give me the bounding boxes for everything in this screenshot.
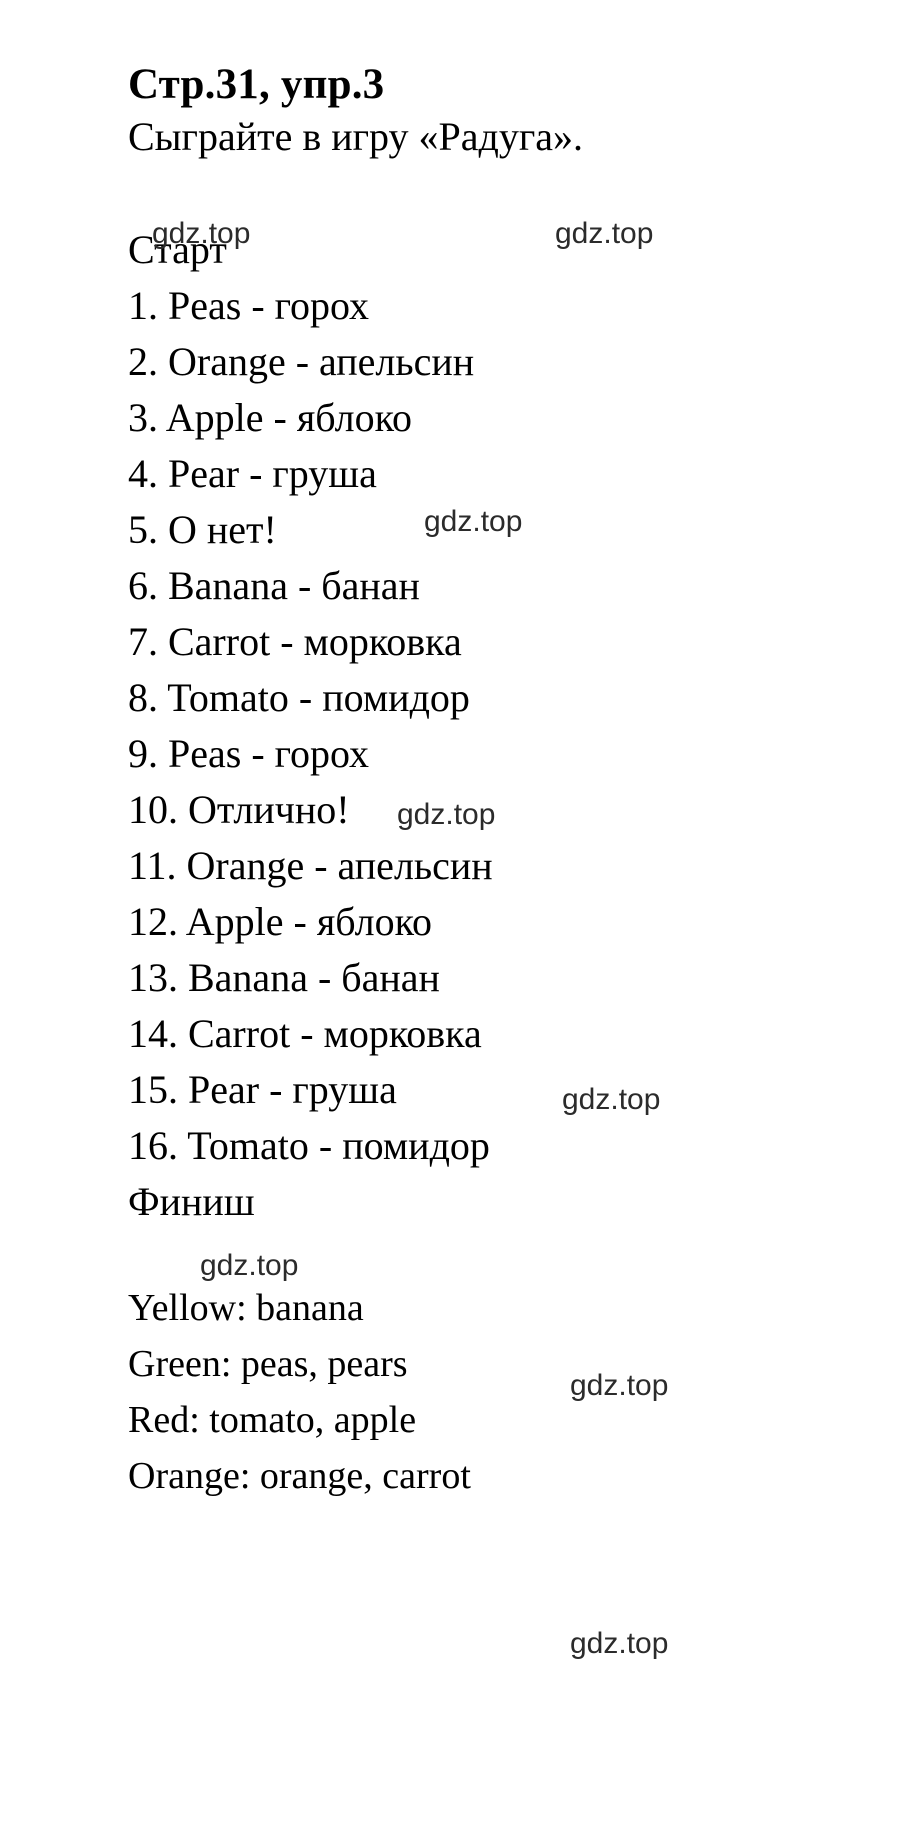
list-item: 8. Tomato - помидор <box>128 674 470 720</box>
finish-label: Финиш <box>128 1178 255 1224</box>
list-item: 15. Pear - груша <box>128 1066 397 1112</box>
list-item: 10. Отлично! <box>128 786 350 832</box>
page-title: Стр.31, упр.3 <box>128 61 385 108</box>
list-item: 13. Banana - банан <box>128 954 440 1000</box>
color-group-yellow: Yellow: banana <box>128 1286 364 1329</box>
list-item: 2. Orange - апельсин <box>128 338 475 384</box>
list-item: 16. Tomato - помидор <box>128 1122 490 1168</box>
list-item: 14. Carrot - морковка <box>128 1010 482 1056</box>
list-item: 5. О нет! <box>128 506 277 552</box>
list-item: 6. Banana - банан <box>128 562 420 608</box>
list-item: 12. Apple - яблоко <box>128 898 432 944</box>
color-group-red: Red: tomato, apple <box>128 1398 417 1441</box>
task-instruction: Сыграйте в игру «Радуга». <box>128 113 584 159</box>
start-label: Старт <box>128 226 227 272</box>
site-watermark: gdz.top <box>570 1627 669 1660</box>
color-group-orange: Orange: orange, carrot <box>128 1454 471 1497</box>
list-item: 9. Peas - горох <box>128 730 370 776</box>
document-page: Стр.31, упр.3 Сыграйте в игру «Радуга». … <box>0 0 922 1845</box>
list-item: 4. Pear - груша <box>128 450 377 496</box>
list-item: 3. Apple - яблоко <box>128 394 412 440</box>
color-group-green: Green: peas, pears <box>128 1342 408 1385</box>
list-item: 11. Orange - апельсин <box>128 842 493 888</box>
document-content: Стр.31, упр.3 Сыграйте в игру «Радуга». … <box>128 60 858 1504</box>
list-item: 1. Peas - горох <box>128 282 370 328</box>
list-item: 7. Carrot - морковка <box>128 618 462 664</box>
